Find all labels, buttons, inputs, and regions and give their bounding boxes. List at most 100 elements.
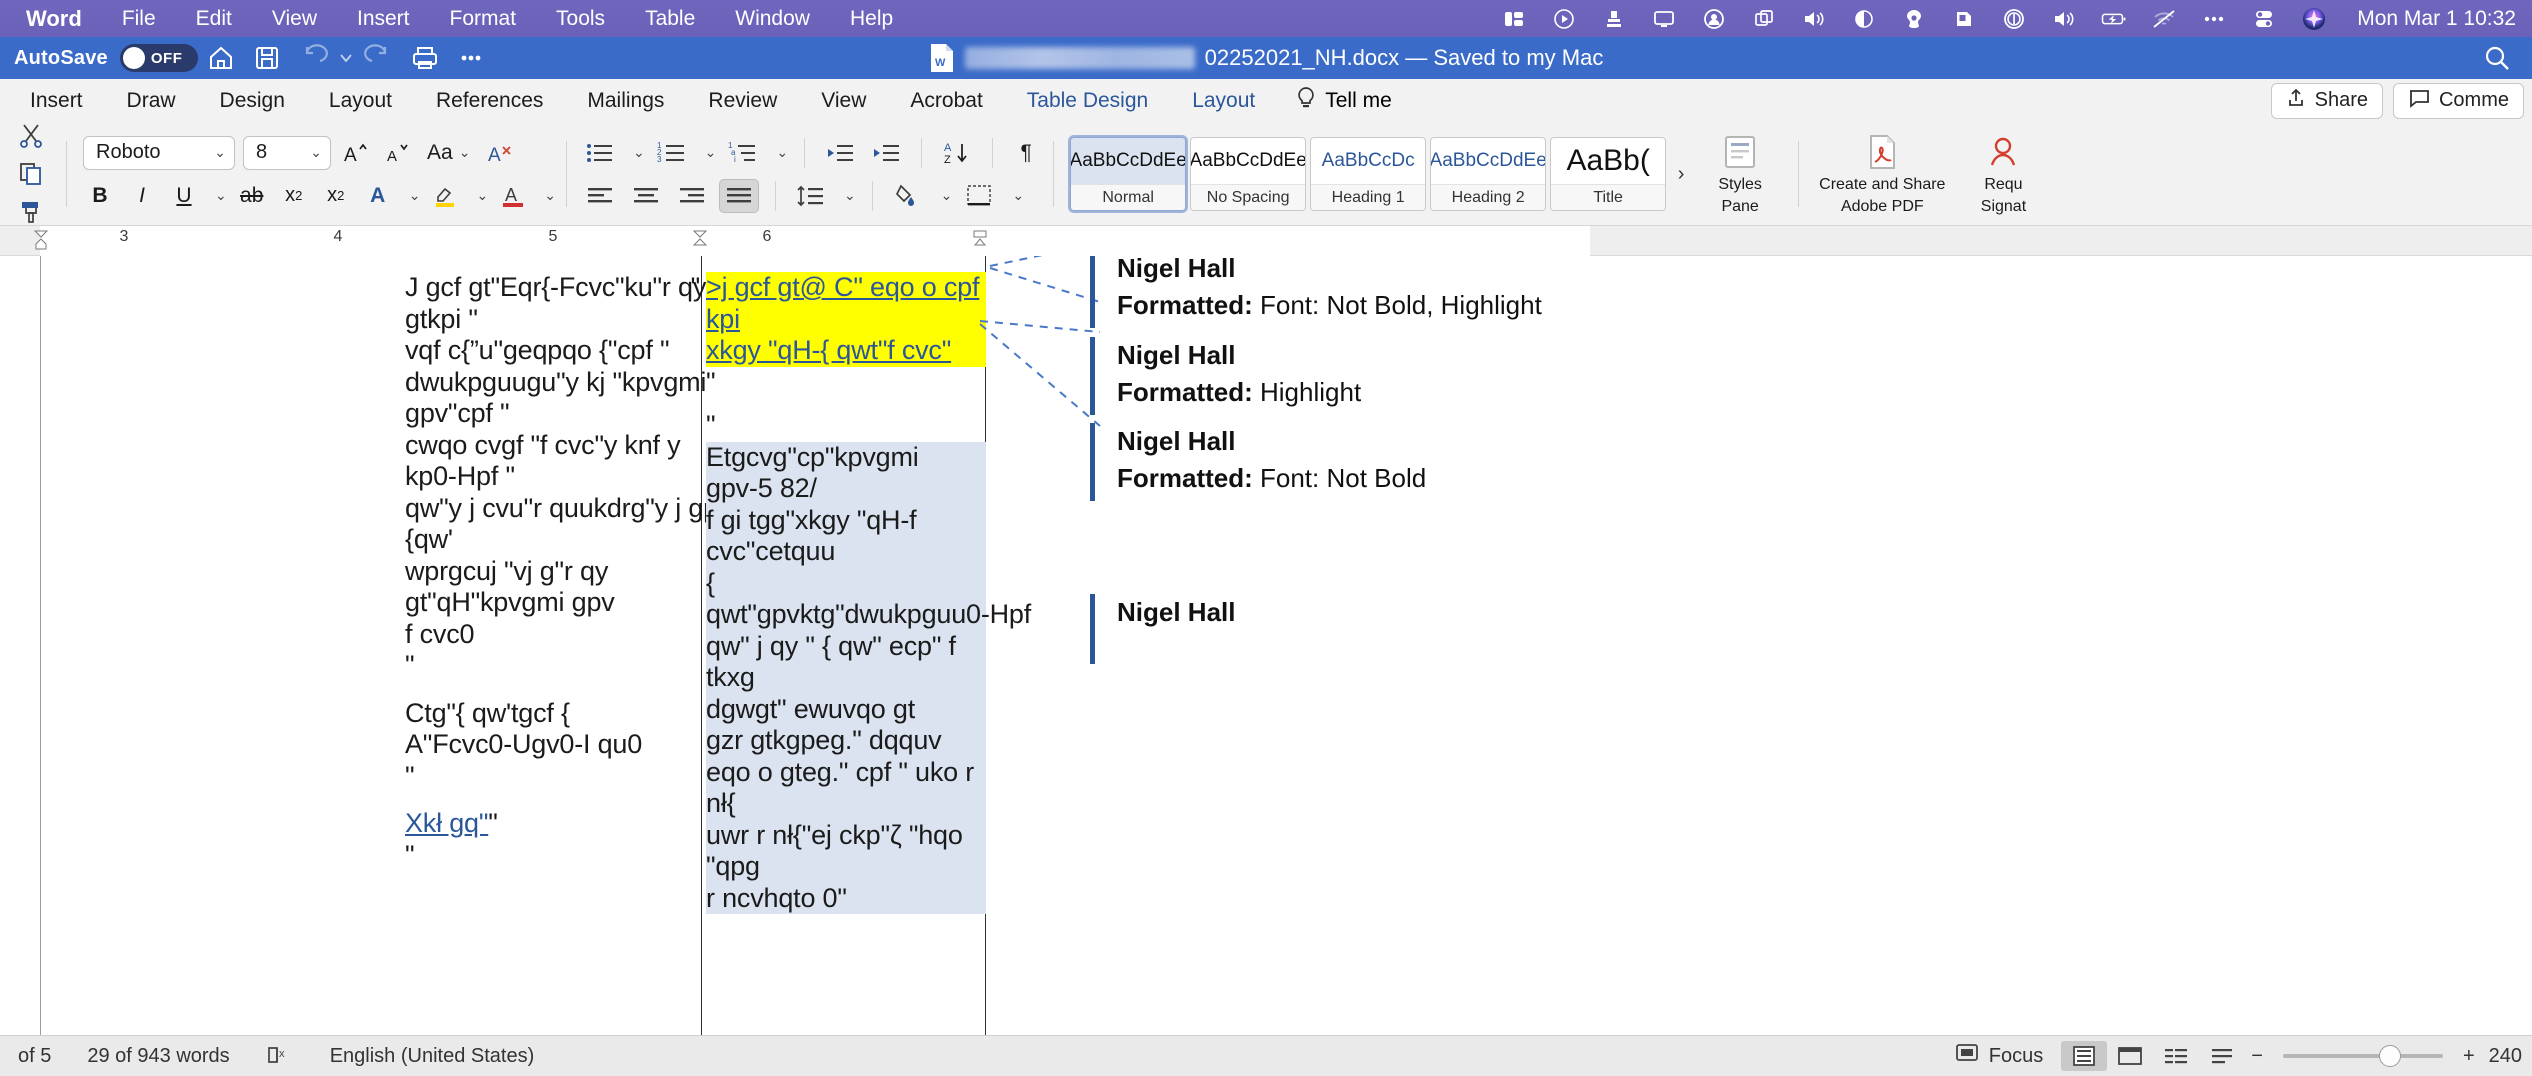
doc-hyperlink-line[interactable]: Xkł gq""	[405, 808, 741, 840]
outline-icon[interactable]	[2153, 1041, 2199, 1071]
zoom-slider-knob[interactable]	[2378, 1045, 2401, 1067]
print-layout-icon[interactable]	[2061, 1041, 2108, 1071]
home-icon[interactable]	[198, 41, 244, 75]
pilcrow-icon[interactable]: ¶	[1009, 136, 1043, 170]
sort-az-icon[interactable]: AZ	[938, 136, 976, 170]
tab-references[interactable]: References	[414, 89, 565, 113]
style-heading-1[interactable]: AaBbCcDc Heading 1	[1310, 137, 1427, 211]
increase-indent-icon[interactable]	[867, 136, 905, 170]
clear-formatting-button[interactable]: A	[482, 136, 518, 170]
doc-hyperlink[interactable]: Xkł gq"	[405, 808, 488, 838]
change-case-button[interactable]: Aa ⌄	[423, 136, 474, 170]
shading-icon[interactable]	[889, 179, 927, 213]
numbering-chevron-down-icon[interactable]: ⌄	[705, 144, 717, 161]
menu-item-insert[interactable]: Insert	[337, 7, 430, 31]
menu-item-help[interactable]: Help	[830, 7, 913, 31]
highlight-color-button[interactable]	[428, 179, 462, 213]
style-title[interactable]: AaBb( Title	[1550, 137, 1667, 211]
ruler-left-indent-marker[interactable]	[33, 230, 49, 252]
format-painter-icon[interactable]	[14, 198, 48, 226]
wifi-off-icon[interactable]	[2151, 6, 2177, 32]
text-effects-chevron-down-icon[interactable]: ⌄	[409, 187, 421, 204]
multilevel-chevron-down-icon[interactable]: ⌄	[776, 144, 788, 161]
screen-recording-icon[interactable]	[1551, 6, 1577, 32]
cut-icon[interactable]	[14, 122, 48, 150]
control-center-icon[interactable]	[2251, 6, 2277, 32]
tab-table-design[interactable]: Table Design	[1005, 89, 1170, 113]
document-column-2-text[interactable]: >j gcf gt@ C" eqo o cpf kpi xkgy "qH‑{ q…	[706, 272, 1031, 914]
undo-icon[interactable]	[290, 41, 336, 75]
line-spacing-chevron-down-icon[interactable]: ⌄	[844, 187, 856, 204]
autosave-toggle[interactable]: OFF	[119, 44, 198, 72]
web-layout-icon[interactable]	[2107, 1041, 2153, 1071]
ellipsis-icon[interactable]	[2201, 6, 2227, 32]
subscript-button[interactable]: x2	[277, 179, 311, 213]
copy-window-icon[interactable]	[1751, 6, 1777, 32]
decrease-indent-icon[interactable]	[821, 136, 859, 170]
shrink-font-button[interactable]: A	[381, 136, 415, 170]
tab-draw[interactable]: Draw	[105, 89, 198, 113]
proofing-errors-icon[interactable]: x	[248, 1044, 312, 1068]
tab-design[interactable]: Design	[198, 89, 307, 113]
font-color-chevron-down-icon[interactable]: ⌄	[544, 187, 556, 204]
menu-app-name[interactable]: Word	[6, 6, 102, 32]
menu-item-table[interactable]: Table	[625, 7, 715, 31]
menubar-clock[interactable]: Mon Mar 1 10:32	[2351, 7, 2516, 31]
bold-button[interactable]: B	[83, 179, 117, 213]
document-column-1-text[interactable]: J gcf gt"Eqr{‑Fcvc"ku"r qy gtkpi " vqf c…	[405, 272, 741, 871]
tell-me-button[interactable]: Tell me	[1277, 86, 1410, 116]
font-family-select[interactable]: Roboto ⌄	[83, 135, 235, 170]
justify-icon[interactable]	[718, 178, 759, 213]
siri-icon[interactable]	[2301, 6, 2327, 32]
style-heading-2[interactable]: AaBbCcDdEе Heading 2	[1430, 137, 1547, 211]
markup-entry-4[interactable]: Nigel Hall	[1090, 594, 1235, 664]
align-center-icon[interactable]	[627, 179, 665, 213]
airdrop-icon[interactable]	[1901, 6, 1927, 32]
italic-button[interactable]: I	[125, 179, 159, 213]
superscript-button[interactable]: x2	[319, 179, 353, 213]
doc-selected-block[interactable]: Etgcvg"cp"kpvgmi gpv‑5 82/ f gi tgg"xkgy…	[706, 441, 1031, 914]
user-account-icon[interactable]	[1701, 6, 1727, 32]
stamp-icon[interactable]	[1601, 6, 1627, 32]
style-no-spacing[interactable]: AaBbCcDdEe No Spacing	[1190, 137, 1307, 211]
bullets-chevron-down-icon[interactable]: ⌄	[633, 144, 645, 161]
menu-item-format[interactable]: Format	[430, 7, 537, 31]
do-not-disturb-icon[interactable]	[2001, 6, 2027, 32]
volume-icon[interactable]	[1801, 6, 1827, 32]
create-share-adobe-pdf-button[interactable]: Create and Share Adobe PDF	[1809, 132, 1955, 217]
style-normal[interactable]: AaBbCcDdEe Normal	[1068, 135, 1189, 213]
tab-acrobat[interactable]: Acrobat	[888, 89, 1004, 113]
styles-pane-button[interactable]: Styles Pane	[1692, 132, 1788, 217]
ruler-column-marker-1[interactable]	[692, 230, 708, 252]
save-icon[interactable]	[244, 41, 290, 75]
dropbox-icon[interactable]	[1951, 6, 1977, 32]
line-spacing-icon[interactable]	[792, 179, 830, 213]
tab-view[interactable]: View	[799, 89, 888, 113]
borders-icon[interactable]	[960, 179, 998, 213]
markup-entry-3[interactable]: Nigel Hall Formatted: Font: Not Bold	[1090, 423, 1426, 501]
underline-button[interactable]: U	[167, 179, 201, 213]
zoom-in-button[interactable]: +	[2457, 1045, 2481, 1068]
tab-review[interactable]: Review	[686, 89, 799, 113]
copy-icon[interactable]	[14, 160, 48, 188]
markup-revision-pane[interactable]: Nigel Hall Formatted: Font: Not Bold, Hi…	[979, 256, 2532, 1035]
font-size-select[interactable]: 8 ⌄	[243, 135, 331, 170]
zoom-value[interactable]: 240	[2481, 1045, 2522, 1068]
undo-dropdown-chevron-icon[interactable]	[336, 50, 356, 66]
print-icon[interactable]	[402, 41, 448, 75]
menu-item-edit[interactable]: Edit	[176, 7, 252, 31]
battery-charging-icon[interactable]	[2101, 6, 2127, 32]
word-count[interactable]: 29 of 943 words	[69, 1045, 247, 1068]
share-button[interactable]: Share	[2270, 82, 2383, 119]
markup-entry-2[interactable]: Nigel Hall Formatted: Highlight	[1090, 337, 1361, 415]
text-effects-button[interactable]: A	[361, 179, 395, 213]
focus-button[interactable]: Focus	[1937, 1042, 2061, 1070]
menu-item-tools[interactable]: Tools	[536, 7, 625, 31]
align-left-icon[interactable]	[581, 179, 619, 213]
menu-item-file[interactable]: File	[102, 7, 176, 31]
horizontal-ruler[interactable]: 3 4 5 6	[0, 226, 2532, 256]
highlight-chevron-down-icon[interactable]: ⌄	[476, 187, 488, 204]
align-right-icon[interactable]	[673, 179, 711, 213]
speaker-icon[interactable]	[2051, 6, 2077, 32]
document-canvas[interactable]: J gcf gt"Eqr{‑Fcvc"ku"r qy gtkpi " vqf c…	[0, 256, 2532, 1035]
